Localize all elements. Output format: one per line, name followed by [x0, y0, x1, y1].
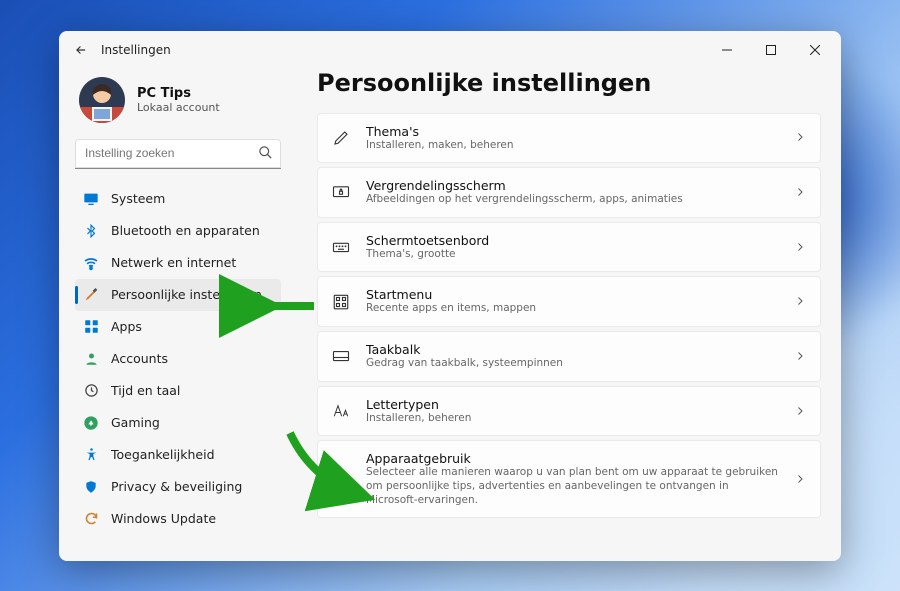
back-button[interactable] [63, 35, 99, 65]
avatar [79, 77, 125, 123]
nav-item-systeem[interactable]: Systeem [75, 183, 281, 215]
nav-item-bluetooth[interactable]: Bluetooth en apparaten [75, 215, 281, 247]
profile-block[interactable]: PC Tips Lokaal account [75, 69, 281, 139]
chevron-right-icon [794, 183, 806, 202]
card-title: Startmenu [366, 287, 778, 302]
keyboard-icon [332, 238, 350, 256]
nav-label: Persoonlijke instellingen [111, 287, 262, 302]
minimize-button[interactable] [705, 35, 749, 65]
card-startmenu[interactable]: StartmenuRecente apps en items, mappen [317, 276, 821, 327]
lock-screen-icon [332, 183, 350, 201]
card-list: Thema'sInstalleren, maken, beheren Vergr… [317, 113, 821, 519]
nav-label: Netwerk en internet [111, 255, 236, 270]
nav-label: Apps [111, 319, 142, 334]
card-title: Lettertypen [366, 397, 778, 412]
clock-icon [83, 383, 99, 399]
nav-item-update[interactable]: Windows Update [75, 503, 281, 535]
chevron-right-icon [794, 402, 806, 421]
minimize-icon [722, 45, 732, 55]
device-usage-icon [332, 470, 350, 488]
nav-list: Systeem Bluetooth en apparaten Netwerk e… [75, 183, 281, 535]
close-icon [810, 45, 820, 55]
card-subtitle: Afbeeldingen op het vergrendelingsscherm… [366, 193, 778, 207]
apps-icon [83, 319, 99, 335]
chevron-right-icon [794, 470, 806, 489]
card-schermtoetsenbord[interactable]: SchermtoetsenbordThema's, grootte [317, 222, 821, 273]
titlebar: Instellingen [59, 31, 841, 69]
nav-item-gaming[interactable]: Gaming [75, 407, 281, 439]
paintbrush-icon [83, 287, 99, 303]
accessibility-icon [83, 447, 99, 463]
bluetooth-icon [83, 223, 99, 239]
card-subtitle: Installeren, beheren [366, 412, 778, 426]
gamepad-icon [83, 415, 99, 431]
profile-name: PC Tips [137, 86, 220, 101]
main-panel: Persoonlijke instellingen Thema'sInstall… [293, 69, 841, 561]
profile-subtitle: Lokaal account [137, 101, 220, 114]
nav-item-apps[interactable]: Apps [75, 311, 281, 343]
nav-label: Accounts [111, 351, 168, 366]
nav-item-privacy[interactable]: Privacy & beveiliging [75, 471, 281, 503]
pen-icon [332, 129, 350, 147]
card-subtitle: Recente apps en items, mappen [366, 302, 778, 316]
settings-window: Instellingen [59, 31, 841, 561]
card-themas[interactable]: Thema'sInstalleren, maken, beheren [317, 113, 821, 164]
nav-label: Tijd en taal [111, 383, 180, 398]
card-subtitle: Selecteer alle manieren waarop u van pla… [366, 466, 778, 507]
maximize-button[interactable] [749, 35, 793, 65]
arrow-left-icon [74, 43, 88, 57]
chevron-right-icon [794, 292, 806, 311]
fonts-icon [332, 402, 350, 420]
nav-item-persoonlijk[interactable]: Persoonlijke instellingen [75, 279, 281, 311]
card-subtitle: Thema's, grootte [366, 248, 778, 262]
card-title: Thema's [366, 124, 778, 139]
chevron-right-icon [794, 128, 806, 147]
nav-item-accounts[interactable]: Accounts [75, 343, 281, 375]
monitor-icon [83, 191, 99, 207]
nav-item-tijd[interactable]: Tijd en taal [75, 375, 281, 407]
nav-label: Windows Update [111, 511, 216, 526]
nav-item-toegankelijkheid[interactable]: Toegankelijkheid [75, 439, 281, 471]
card-title: Vergrendelingsscherm [366, 178, 778, 193]
page-heading: Persoonlijke instellingen [317, 69, 821, 97]
shield-icon [83, 479, 99, 495]
update-icon [83, 511, 99, 527]
nav-label: Toegankelijkheid [111, 447, 215, 462]
chevron-right-icon [794, 347, 806, 366]
nav-item-netwerk[interactable]: Netwerk en internet [75, 247, 281, 279]
card-subtitle: Gedrag van taakbalk, systeempinnen [366, 357, 778, 371]
close-button[interactable] [793, 35, 837, 65]
card-vergrendeling[interactable]: VergrendelingsschermAfbeeldingen op het … [317, 167, 821, 218]
card-title: Taakbalk [366, 342, 778, 357]
card-title: Schermtoetsenbord [366, 233, 778, 248]
taskbar-icon [332, 347, 350, 365]
window-title: Instellingen [101, 43, 171, 57]
nav-label: Systeem [111, 191, 165, 206]
card-apparaatgebruik[interactable]: ApparaatgebruikSelecteer alle manieren w… [317, 440, 821, 518]
card-subtitle: Installeren, maken, beheren [366, 139, 778, 153]
person-icon [83, 351, 99, 367]
nav-label: Bluetooth en apparaten [111, 223, 260, 238]
sidebar: PC Tips Lokaal account Systeem Bluetooth… [59, 69, 293, 561]
card-lettertypen[interactable]: LettertypenInstalleren, beheren [317, 386, 821, 437]
wifi-icon [83, 255, 99, 271]
search-input[interactable] [75, 139, 281, 169]
maximize-icon [766, 45, 776, 55]
chevron-right-icon [794, 238, 806, 257]
search-icon [258, 145, 273, 164]
card-taakbalk[interactable]: TaakbalkGedrag van taakbalk, systeempinn… [317, 331, 821, 382]
nav-label: Gaming [111, 415, 160, 430]
startmenu-icon [332, 293, 350, 311]
nav-label: Privacy & beveiliging [111, 479, 242, 494]
search-box [75, 139, 281, 169]
card-title: Apparaatgebruik [366, 451, 778, 466]
